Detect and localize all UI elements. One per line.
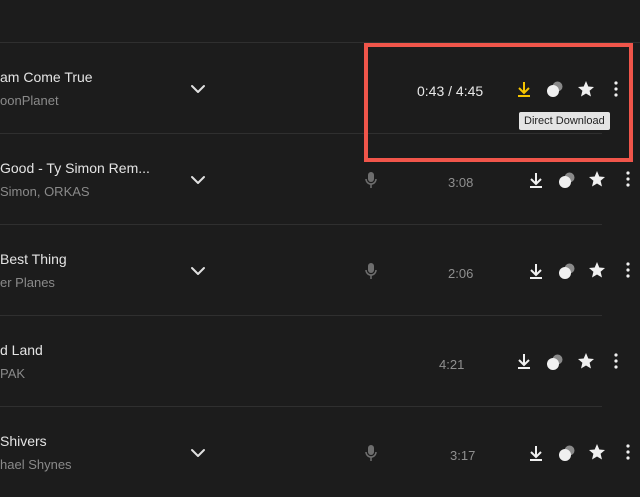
download-icon[interactable] (527, 444, 545, 462)
track-row[interactable]: Good - Ty Simon Rem... Simon, ORKAS 3:08 (0, 134, 640, 224)
microphone-icon[interactable] (365, 171, 377, 189)
mix-icon[interactable] (558, 444, 576, 462)
microphone-icon[interactable] (365, 262, 377, 280)
more-vertical-icon[interactable] (625, 444, 631, 460)
track-duration: 2:06 (448, 266, 474, 281)
download-icon[interactable] (527, 262, 545, 280)
track-duration: 4:21 (439, 357, 465, 372)
track-row[interactable]: d Land PAK 4:21 (0, 316, 640, 406)
more-vertical-icon[interactable] (625, 262, 631, 278)
track-row[interactable]: Shivers hael Shynes 3:17 (0, 407, 640, 497)
track-title[interactable]: Best Thing (0, 251, 67, 267)
track-artist[interactable]: er Planes (0, 275, 55, 290)
star-icon[interactable] (588, 261, 606, 279)
more-vertical-icon[interactable] (625, 171, 631, 187)
mix-icon[interactable] (546, 353, 564, 371)
more-vertical-icon[interactable] (613, 353, 619, 369)
track-row[interactable]: Best Thing er Planes 2:06 (0, 225, 640, 315)
star-icon[interactable] (588, 443, 606, 461)
track-artist[interactable]: hael Shynes (0, 457, 72, 472)
download-icon[interactable] (515, 80, 533, 98)
mix-icon[interactable] (558, 262, 576, 280)
track-artist[interactable]: oonPlanet (0, 93, 59, 108)
mix-icon[interactable] (558, 171, 576, 189)
more-vertical-icon[interactable] (613, 81, 619, 97)
download-icon[interactable] (527, 171, 545, 189)
mix-icon[interactable] (546, 80, 564, 98)
star-icon[interactable] (577, 80, 595, 98)
track-title[interactable]: am Come True (0, 69, 93, 85)
download-icon[interactable] (515, 352, 533, 370)
chevron-down-icon[interactable] (190, 83, 206, 95)
chevron-down-icon[interactable] (190, 174, 206, 186)
track-title[interactable]: d Land (0, 342, 43, 358)
star-icon[interactable] (577, 352, 595, 370)
chevron-down-icon[interactable] (190, 447, 206, 459)
download-tooltip: Direct Download (519, 112, 610, 130)
track-duration: 3:17 (450, 448, 476, 463)
track-title[interactable]: Shivers (0, 433, 47, 449)
track-artist[interactable]: PAK (0, 366, 25, 381)
chevron-down-icon[interactable] (190, 265, 206, 277)
track-title[interactable]: Good - Ty Simon Rem... (0, 160, 150, 176)
star-icon[interactable] (588, 170, 606, 188)
track-progress: 0:43 / 4:45 (417, 83, 484, 99)
track-artist[interactable]: Simon, ORKAS (0, 184, 90, 199)
microphone-icon[interactable] (365, 444, 377, 462)
track-duration: 3:08 (448, 175, 474, 190)
